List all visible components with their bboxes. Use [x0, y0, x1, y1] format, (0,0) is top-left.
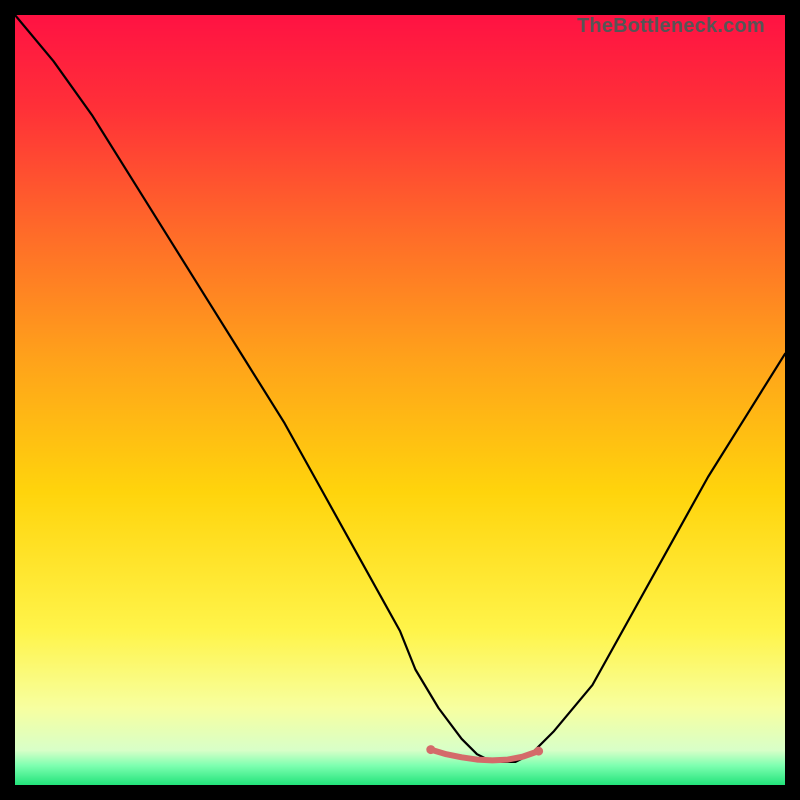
watermark-text: TheBottleneck.com [577, 15, 765, 38]
bottleneck-chart [15, 15, 785, 785]
optimal-range-endpoint [426, 745, 435, 754]
optimal-range-endpoint [534, 747, 543, 756]
chart-frame: TheBottleneck.com [15, 15, 785, 785]
plot-area [15, 15, 785, 785]
gradient-background [15, 15, 785, 785]
